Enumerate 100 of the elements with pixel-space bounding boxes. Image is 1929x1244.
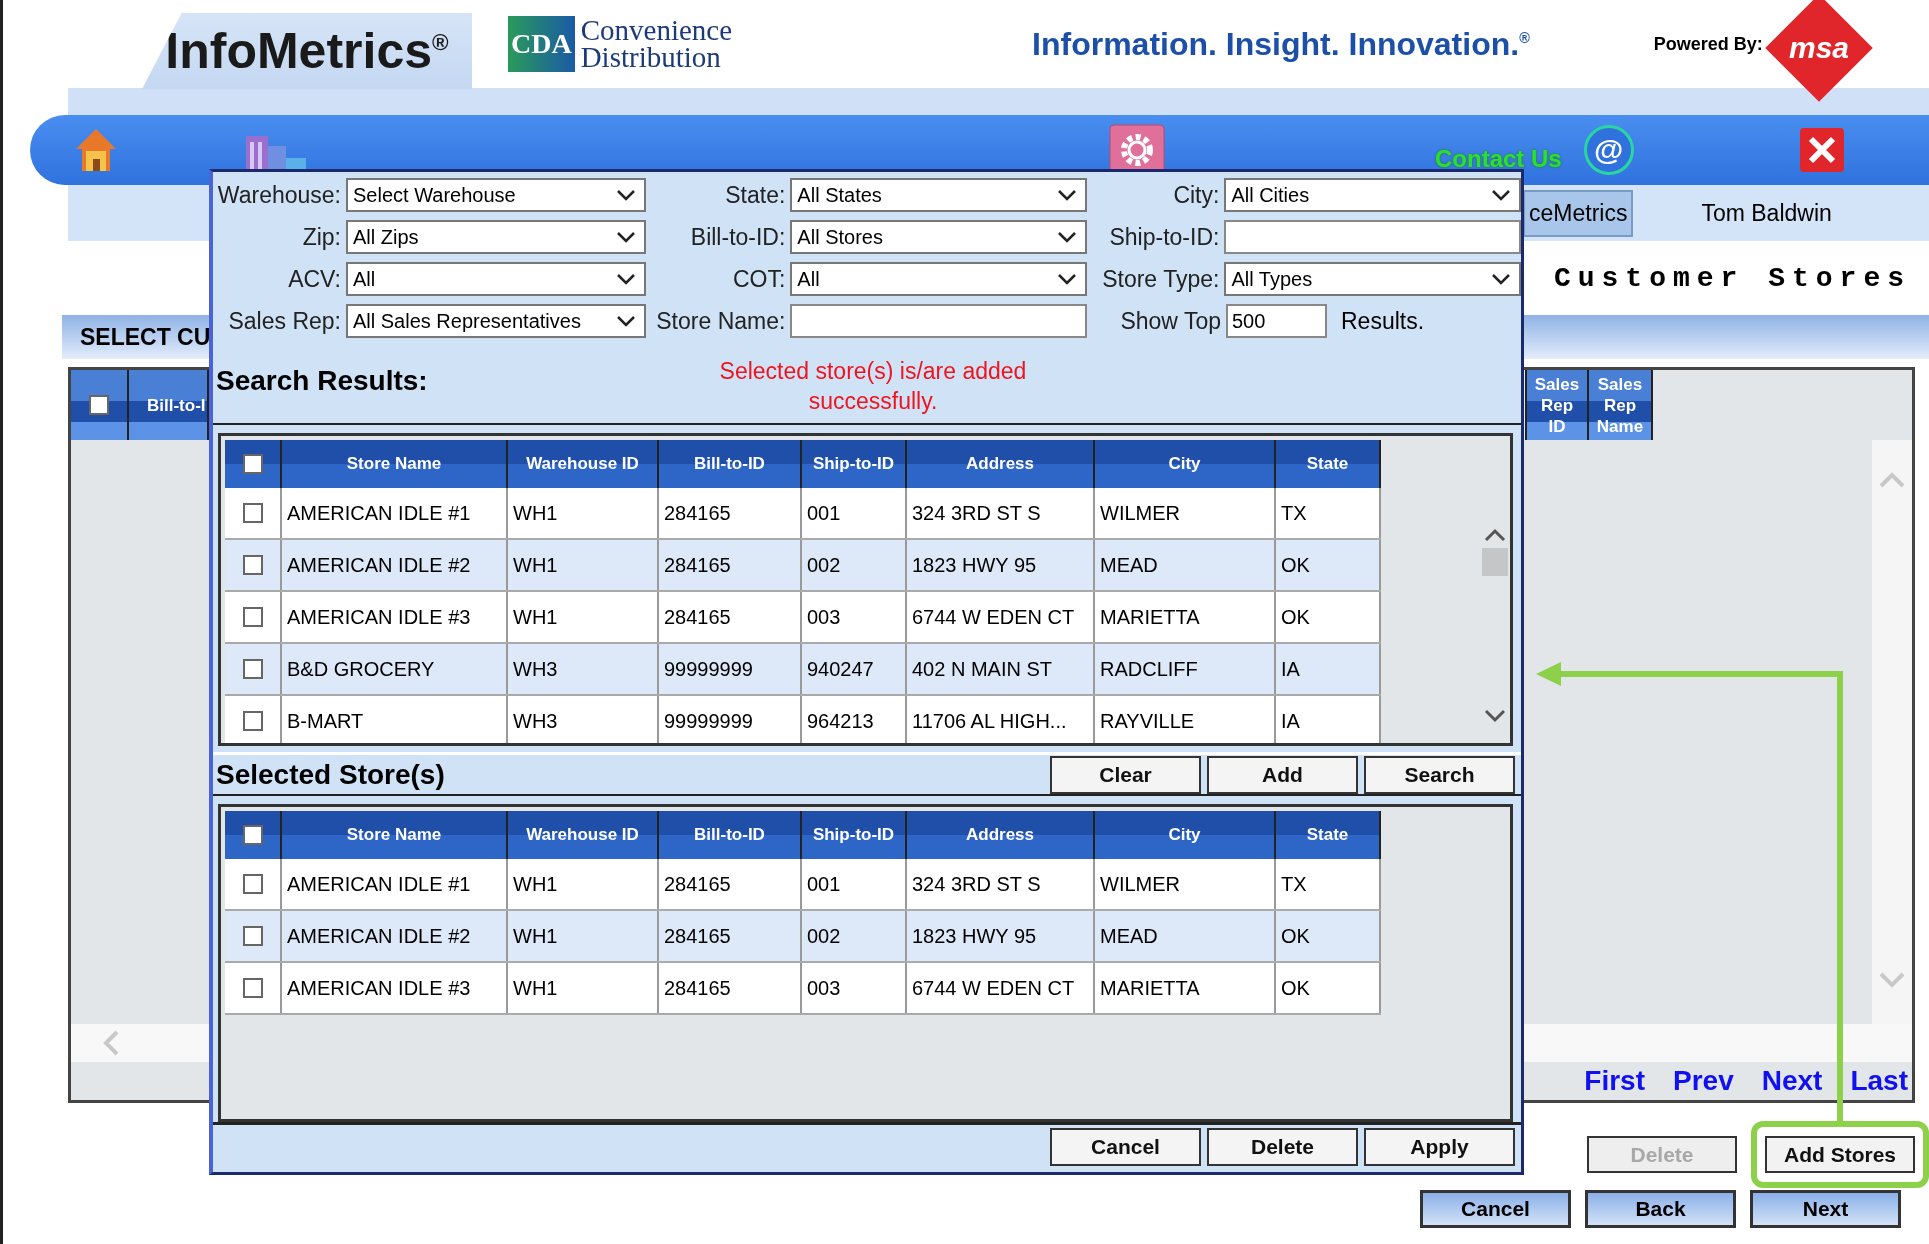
table-cell: 964213 — [802, 696, 907, 744]
pagination-link[interactable]: Next — [1761, 1065, 1823, 1097]
section-title: SELECT CU — [80, 323, 211, 351]
table-cell: MEAD — [1095, 540, 1276, 591]
filter-label: Sales Rep: — [227, 307, 341, 335]
table-cell: IA — [1276, 644, 1381, 695]
table-cell: OK — [1276, 963, 1381, 1013]
table-cell: AMERICAN IDLE #1 — [282, 488, 508, 539]
dialog-button[interactable]: Search — [1364, 755, 1515, 794]
filter-label: State: — [724, 181, 786, 209]
caret-icon — [1057, 231, 1077, 243]
table-cell: MARIETTA — [1095, 963, 1276, 1013]
table-cell: WILMER — [1095, 859, 1276, 909]
table-cell: WH1 — [508, 911, 659, 961]
select-field[interactable]: All States — [790, 178, 1087, 212]
table-cell: AMERICAN IDLE #1 — [282, 859, 508, 909]
close-icon[interactable] — [1798, 127, 1845, 173]
filter-label: COT: — [731, 265, 786, 293]
email-icon[interactable]: @ — [1583, 125, 1634, 175]
select-field[interactable]: All Stores — [790, 220, 1087, 254]
column-header: Bill-to-I — [129, 370, 209, 440]
text-field[interactable] — [790, 304, 1087, 338]
partner-badge: CDA — [508, 16, 575, 72]
results-label: Results. — [1341, 307, 1425, 335]
pagination-link[interactable]: Prev — [1673, 1065, 1734, 1097]
action-button[interactable]: Add Stores — [1765, 1136, 1915, 1173]
column-header: Bill-to-ID — [659, 440, 802, 489]
caret-icon — [1057, 189, 1077, 201]
table-cell: 324 3RD ST S — [907, 859, 1095, 909]
checkbox[interactable] — [242, 825, 263, 845]
table-cell: 940247 — [802, 644, 907, 695]
table-cell: 003 — [802, 592, 907, 643]
table-cell: 402 N MAIN ST — [907, 644, 1095, 695]
column-header: Sales Rep ID — [1525, 370, 1589, 440]
table-cell: B&D GROCERY — [282, 644, 508, 695]
column-header: Sales Rep Name — [1589, 370, 1653, 440]
caret-icon — [616, 273, 636, 285]
checkbox[interactable] — [242, 555, 263, 576]
checkbox[interactable] — [89, 395, 109, 415]
table-cell: OK — [1276, 592, 1381, 643]
number-field[interactable]: 500 — [1226, 304, 1327, 338]
checkbox[interactable] — [242, 711, 263, 732]
dialog-button[interactable]: Apply — [1364, 1128, 1515, 1166]
pagination-link[interactable]: First — [1584, 1065, 1645, 1097]
table-cell: 284165 — [659, 859, 802, 909]
table-cell: WH1 — [508, 859, 659, 909]
column-header: Address — [907, 811, 1095, 859]
caret-icon — [1491, 273, 1511, 285]
table-cell: WH1 — [508, 963, 659, 1013]
column-header: Warehouse ID — [508, 811, 659, 859]
column-header: State — [1276, 811, 1381, 859]
select-field[interactable]: All — [790, 262, 1087, 296]
select-field[interactable]: All — [346, 262, 646, 296]
table-cell: 99999999 — [659, 696, 802, 744]
scrollbar-thumb[interactable] — [1482, 548, 1508, 577]
checkbox[interactable] — [242, 454, 263, 475]
app-tab[interactable]: ceMetrics — [1523, 189, 1634, 237]
select-field[interactable]: All Types — [1224, 262, 1521, 296]
selected-stores-title: Selected Store(s) — [216, 758, 445, 791]
pagination-link[interactable]: Last — [1850, 1065, 1908, 1097]
table-cell: AMERICAN IDLE #2 — [282, 911, 508, 961]
wizard-button[interactable]: Next — [1750, 1190, 1901, 1228]
table-cell: 6744 W EDEN CT — [907, 592, 1095, 643]
checkbox[interactable] — [242, 874, 263, 894]
column-header: Ship-to-ID — [802, 811, 907, 859]
column-header: Bill-to-ID — [659, 811, 802, 859]
table-cell: 284165 — [659, 540, 802, 591]
checkbox[interactable] — [242, 978, 263, 998]
checkbox[interactable] — [242, 659, 263, 680]
filter-label: ACV: — [287, 265, 341, 293]
table-cell: 284165 — [659, 592, 802, 643]
column-header: Store Name — [282, 440, 508, 489]
scroll-up-icon[interactable] — [1484, 528, 1506, 543]
dialog-button[interactable]: Delete — [1207, 1128, 1358, 1166]
checkbox[interactable] — [242, 503, 263, 524]
checkbox[interactable] — [242, 607, 263, 628]
house-icon[interactable] — [74, 127, 118, 173]
scroll-down-icon[interactable] — [1484, 709, 1506, 724]
dialog-button[interactable]: Add — [1207, 755, 1358, 794]
select-field[interactable]: All Cities — [1224, 178, 1521, 212]
table-cell: WH3 — [508, 696, 659, 744]
checkbox[interactable] — [242, 926, 263, 946]
dialog-button[interactable]: Cancel — [1050, 1128, 1201, 1166]
table-cell: 284165 — [659, 911, 802, 961]
select-field[interactable]: All Zips — [346, 220, 646, 254]
text-field[interactable] — [1224, 220, 1521, 254]
dialog-button[interactable]: Clear — [1050, 755, 1201, 794]
wizard-button[interactable]: Back — [1585, 1190, 1736, 1228]
select-field[interactable]: Select Warehouse — [346, 178, 646, 212]
select-field[interactable]: All Sales Representatives — [346, 304, 646, 338]
user-name: Tom Baldwin — [1701, 199, 1832, 227]
table-cell: OK — [1276, 911, 1381, 961]
table-cell: WH1 — [508, 488, 659, 539]
search-results-title: Search Results: — [216, 364, 428, 397]
table-cell: TX — [1276, 859, 1381, 909]
wizard-button[interactable]: Cancel — [1420, 1190, 1571, 1228]
filter-label: City: — [1172, 181, 1220, 209]
column-header: Warehouse ID — [508, 440, 659, 489]
table-cell: WH1 — [508, 540, 659, 591]
table-cell: TX — [1276, 488, 1381, 539]
